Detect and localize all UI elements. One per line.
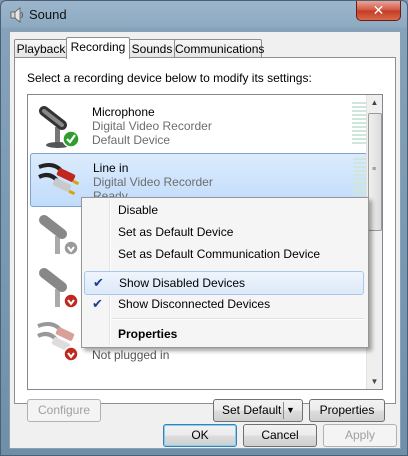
dropdown-arrow-icon[interactable]: ▼ — [286, 400, 298, 421]
cancel-button-label: Cancel — [261, 428, 299, 442]
microphone-icon — [39, 215, 79, 256]
tab-recording-label: Recording — [70, 40, 126, 54]
properties-button[interactable]: Properties — [309, 399, 385, 422]
scroll-down-arrow-icon[interactable]: ▼ — [367, 374, 382, 389]
set-default-label: Set Default — [222, 403, 282, 417]
close-icon: ✕ — [372, 2, 385, 18]
title-bar[interactable]: Sound ✕ — [1, 1, 407, 29]
device-item-microphone[interactable]: Microphone Digital Video Recorder Defaul… — [30, 98, 366, 150]
line-in-cable-icon — [38, 163, 80, 196]
cancel-button[interactable]: Cancel — [243, 424, 317, 447]
menu-item-label: Disable — [118, 203, 159, 217]
microphone-icon — [39, 268, 79, 309]
device-context-menu: Disable Set as Default Device Set as Def… — [81, 197, 369, 348]
close-button[interactable]: ✕ — [356, 1, 401, 21]
device-status: Not plugged in — [92, 348, 170, 362]
menu-item-show-disabled-devices[interactable]: ✔ Show Disabled Devices — [84, 271, 364, 295]
microphone-icon — [39, 106, 80, 148]
device-name: Microphone — [92, 105, 155, 119]
properties-button-label: Properties — [319, 403, 375, 417]
tab-playback[interactable]: Playback — [14, 39, 68, 58]
split-divider — [283, 402, 284, 419]
instruction-text: Select a recording device below to modif… — [27, 71, 312, 85]
level-meter — [353, 158, 367, 202]
device-driver: Digital Video Recorder — [92, 119, 212, 133]
tab-sounds[interactable]: Sounds — [128, 39, 176, 58]
checkmark-icon: ✔ — [93, 275, 104, 290]
configure-button-label: Configure — [37, 403, 91, 417]
tab-communications[interactable]: Communications — [174, 39, 265, 58]
menu-item-set-default-communication-device[interactable]: Set as Default Communication Device — [84, 243, 364, 265]
line-in-cable-icon — [37, 322, 79, 362]
menu-item-label: Set as Default Communication Device — [118, 247, 321, 261]
menu-item-label: Set as Default Device — [118, 225, 234, 239]
ok-button-label: OK — [191, 428, 209, 442]
tab-recording[interactable]: Recording — [66, 37, 130, 59]
menu-item-disable[interactable]: Disable — [84, 199, 364, 221]
apply-button-label: Apply — [344, 428, 376, 442]
tab-playback-label: Playback — [16, 42, 66, 56]
ok-button[interactable]: OK — [163, 424, 237, 447]
menu-separator — [112, 318, 364, 320]
menu-item-properties[interactable]: Properties — [84, 323, 364, 345]
configure-button[interactable]: Configure — [27, 399, 101, 422]
scroll-up-arrow-icon[interactable]: ▲ — [367, 95, 382, 110]
device-status: Default Device — [92, 133, 171, 147]
tab-communications-label: Communications — [175, 42, 265, 56]
menu-item-show-disconnected-devices[interactable]: ✔ Show Disconnected Devices — [84, 293, 364, 315]
menu-item-label: Show Disabled Devices — [119, 276, 246, 290]
device-driver: Digital Video Recorder — [93, 175, 213, 189]
sound-dialog-window: Sound ✕ Playback Recording Sounds Commun… — [0, 0, 408, 456]
level-meter — [352, 102, 366, 146]
window-title: Sound — [29, 7, 67, 22]
speaker-icon — [10, 7, 23, 23]
scroll-thumb[interactable]: ≡ — [368, 113, 382, 231]
apply-button[interactable]: Apply — [323, 424, 397, 447]
device-name: Line in — [93, 161, 129, 175]
checkmark-icon: ✔ — [92, 296, 103, 311]
menu-item-set-default-device[interactable]: Set as Default Device — [84, 221, 364, 243]
menu-item-label: Properties — [118, 327, 178, 341]
set-default-split-button[interactable]: Set Default ▼ — [213, 399, 303, 422]
menu-item-label: Show Disconnected Devices — [118, 297, 271, 311]
tab-sounds-label: Sounds — [131, 42, 173, 56]
